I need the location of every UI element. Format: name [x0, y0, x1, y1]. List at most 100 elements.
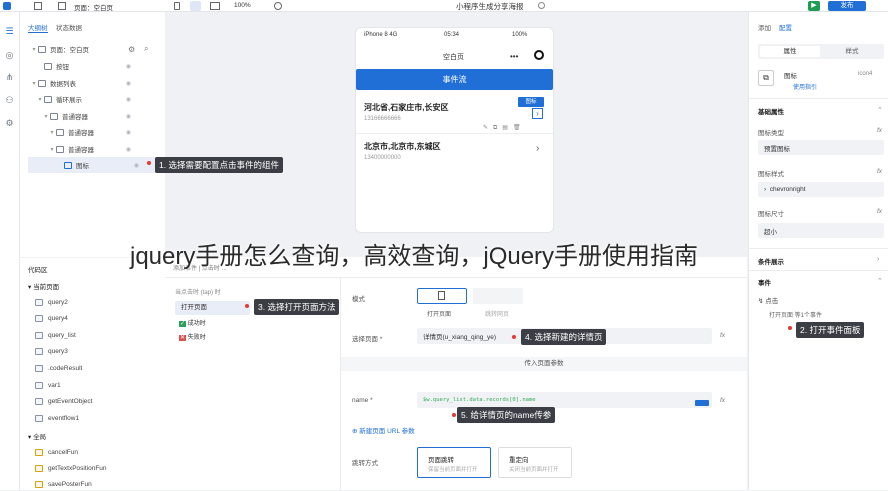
- select-page-label: 选择页面 *: [352, 336, 383, 343]
- callout-4: 4. 选择新建的详情页: [521, 329, 607, 345]
- mini-program-view-icon[interactable]: [190, 1, 201, 11]
- page-icon[interactable]: [58, 2, 66, 10]
- more-icon[interactable]: •••: [510, 52, 518, 61]
- jump-navigate-option[interactable]: 页面跳转 保留当前页面并打开: [417, 447, 491, 478]
- event-editor: 添加事件 | 点击时 ... 当点击时 (tap) 时 打开页面 ✓ 成功时 ✕…: [165, 257, 747, 490]
- subtab-style[interactable]: 样式: [822, 46, 882, 57]
- icon-type-label: 图标类型: [758, 130, 784, 137]
- icon-style-select[interactable]: › chevronright: [758, 182, 884, 197]
- code-item[interactable]: query_list: [35, 328, 165, 342]
- fx-icon[interactable]: fx: [877, 208, 882, 215]
- visibility-icon[interactable]: ◉: [126, 63, 131, 70]
- mode-open-page[interactable]: [417, 288, 467, 304]
- chevron-right-icon[interactable]: ›: [532, 108, 543, 119]
- code-item[interactable]: query2: [35, 295, 165, 309]
- code-item[interactable]: query3: [35, 344, 165, 358]
- run-button[interactable]: ▶: [808, 1, 820, 11]
- layout-icon[interactable]: [34, 2, 42, 10]
- chevron-right-icon[interactable]: ›: [536, 143, 539, 154]
- address-1: 河北省,石家庄市,长安区: [364, 103, 449, 112]
- desktop-view-icon[interactable]: [210, 2, 220, 10]
- code-item[interactable]: getTextxPositionFun: [35, 461, 165, 475]
- edit-icon[interactable]: [538, 2, 545, 9]
- address-2: 北京市,北京市,东城区: [364, 142, 441, 151]
- flow-icon[interactable]: ⋔: [4, 72, 15, 83]
- component-id[interactable]: icon4: [858, 71, 872, 77]
- code-item[interactable]: .codeResult: [35, 361, 165, 375]
- events-title[interactable]: 事件: [758, 277, 771, 287]
- component-icon: ⧉: [758, 70, 774, 86]
- icon-size-select[interactable]: 超小: [758, 223, 884, 238]
- code-item[interactable]: query4: [35, 311, 165, 325]
- tree-item-page[interactable]: ▾ 页面：空白页 ⚙ ⌕: [20, 41, 165, 57]
- expand-icon[interactable]: ›: [877, 256, 879, 263]
- code-title: 代码区: [28, 267, 48, 274]
- publish-button[interactable]: 发布: [828, 1, 866, 11]
- tree-item-container[interactable]: ▾ 普通容器 ◉: [20, 141, 165, 157]
- tree-item-button[interactable]: 按钮 ◉: [20, 58, 165, 74]
- visibility-icon[interactable]: ◉: [134, 162, 139, 169]
- search-icon[interactable]: ⌕: [144, 44, 148, 54]
- event-summary[interactable]: 打开页面 等1个事件: [769, 310, 822, 319]
- name-param-label: name *: [352, 397, 373, 404]
- mode-web[interactable]: [473, 288, 523, 304]
- jump-redirect-option[interactable]: 重定向 关闭当前页面并打开: [498, 447, 572, 478]
- callout-2: 2. 打开事件面板: [796, 322, 865, 338]
- collapse-icon[interactable]: ⌃: [877, 106, 883, 114]
- callout-3: 3. 选择打开页面方法: [254, 299, 340, 315]
- event-item[interactable]: ↯ 点击: [758, 295, 778, 305]
- tab-config[interactable]: 配置: [779, 22, 792, 32]
- gear-icon[interactable]: ⚙: [128, 45, 135, 54]
- icon-type-select[interactable]: 预置图标: [758, 140, 884, 155]
- settings-icon[interactable]: ⚙: [4, 118, 15, 129]
- tab-outline[interactable]: 大纲树: [28, 22, 48, 33]
- condition-title[interactable]: 条件展示: [758, 256, 784, 266]
- code-group-title: ▾ 当前页面: [28, 284, 60, 291]
- subtab-props[interactable]: 属性: [760, 46, 820, 57]
- mobile-view-icon[interactable]: [174, 2, 180, 10]
- outline-icon[interactable]: ☰: [4, 26, 15, 37]
- code-item[interactable]: savePosterFun: [35, 477, 165, 491]
- visibility-icon[interactable]: ◉: [126, 80, 131, 87]
- action-open-page[interactable]: 打开页面: [175, 301, 250, 315]
- action-success[interactable]: ✓ 成功时: [179, 318, 206, 327]
- tree-item-container[interactable]: ▾ 普通容器 ◉: [20, 108, 165, 124]
- code-item[interactable]: getEventObject: [35, 394, 165, 408]
- fx-icon[interactable]: fx: [877, 168, 882, 175]
- app-logo-icon[interactable]: [3, 2, 11, 10]
- component-icon[interactable]: ⚇: [4, 95, 15, 106]
- mode-label: 模式: [352, 296, 365, 303]
- target-icon[interactable]: [534, 50, 544, 60]
- basic-props-title[interactable]: 基础属性: [758, 106, 784, 116]
- code-item[interactable]: cancelFun: [35, 445, 165, 459]
- tab-state-data[interactable]: 状态数据: [56, 22, 82, 32]
- fx-icon[interactable]: fx: [877, 127, 882, 134]
- tree-item-icon[interactable]: 图标 ◉: [28, 157, 165, 173]
- visibility-icon[interactable]: ◉: [126, 129, 131, 136]
- add-param-link[interactable]: ⊕ 新建页面 URL 参数: [352, 425, 415, 435]
- action-fail[interactable]: ✕ 失败时: [179, 332, 206, 341]
- config-panel: 添加 配置 属性 样式 ⧉ 图标 使用指引 icon4 基础属性 ⌃ 图标类型 …: [748, 12, 888, 490]
- zoom-select[interactable]: 100%: [234, 2, 251, 9]
- fx-icon[interactable]: fx: [720, 397, 725, 404]
- tab-add[interactable]: 添加: [758, 22, 771, 32]
- code-item[interactable]: var1: [35, 378, 165, 392]
- fx-icon[interactable]: fx: [720, 332, 725, 339]
- database-icon[interactable]: ◎: [4, 50, 15, 61]
- visibility-icon[interactable]: ◉: [126, 146, 131, 153]
- refresh-icon[interactable]: [274, 2, 282, 10]
- visibility-icon[interactable]: ◉: [126, 96, 131, 103]
- page-selector[interactable]: 页面：空白页: [74, 2, 113, 12]
- tree-item-loop[interactable]: ▾ 循环展示 ◉: [20, 91, 165, 107]
- app-title: 小程序生成分享海报: [456, 2, 524, 11]
- phone-1: 13166666666: [364, 116, 401, 122]
- code-item[interactable]: eventflow1: [35, 411, 165, 425]
- collapse-icon[interactable]: ⌃: [877, 277, 883, 285]
- visibility-icon[interactable]: ◉: [126, 113, 131, 120]
- event-flow-button[interactable]: 事件流: [356, 69, 553, 90]
- tree-item-datalist[interactable]: ▾ 数据列表 ◉: [20, 75, 165, 91]
- expand-icon[interactable]: [695, 400, 709, 406]
- name-param-input[interactable]: $w.query_list.data.records[0].name: [417, 392, 712, 408]
- tree-item-container[interactable]: ▾ 普通容器 ◉: [20, 124, 165, 140]
- guide-link[interactable]: 使用指引: [793, 82, 817, 91]
